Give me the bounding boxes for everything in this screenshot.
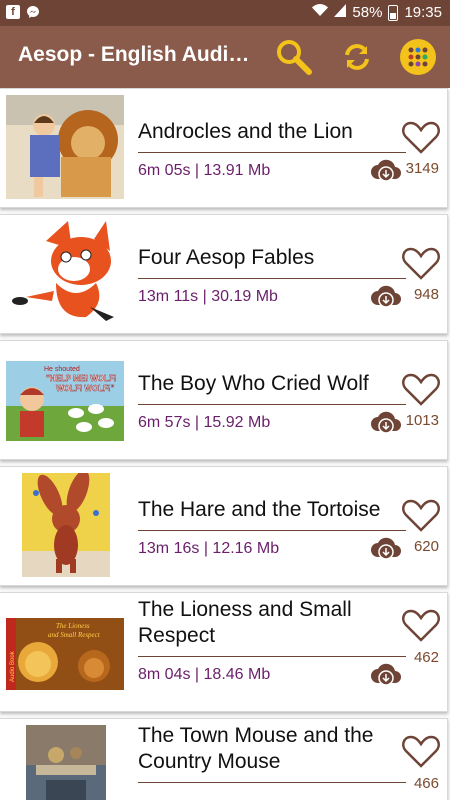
heart-icon <box>402 373 440 406</box>
divider <box>138 656 406 657</box>
favorite-button[interactable] <box>401 245 441 281</box>
clock: 19:35 <box>404 4 442 21</box>
download-button[interactable] <box>370 661 402 687</box>
thumb-text: WOLF! WOLF!" <box>56 384 115 393</box>
story-card-boy-wolf[interactable]: He shouted "HELP ME! WOLF! WOLF! WOLF!" … <box>0 340 448 460</box>
favorite-button[interactable] <box>401 371 441 407</box>
divider <box>138 530 406 531</box>
search-icon <box>277 40 312 75</box>
app-title: Aesop - English Audio… <box>18 43 258 66</box>
thumb-text: Audio Book <box>10 650 16 682</box>
cloud-download-icon <box>371 663 401 686</box>
menu-button[interactable] <box>396 35 440 79</box>
heart-icon <box>402 735 440 768</box>
story-meta: 6m 57s | 15.92 Mb <box>138 414 271 431</box>
story-card-lioness[interactable]: Audio Book The Lioness and Small Respect… <box>0 592 448 712</box>
story-title: Four Aesop Fables <box>138 246 315 269</box>
favorite-button[interactable] <box>401 119 441 155</box>
favorite-count: 1013 <box>405 412 439 429</box>
battery-icon <box>388 4 399 21</box>
favorite-count: 3149 <box>405 160 439 177</box>
app-bar: Aesop - English Audio… <box>0 26 450 88</box>
story-title: The Town Mouse and the Country Mouse <box>138 724 374 773</box>
cloud-download-icon <box>371 285 401 308</box>
heart-icon <box>402 247 440 280</box>
story-meta: 13m 11s | 30.19 Mb <box>138 288 278 305</box>
story-meta: 13m 16s | 12.16 Mb <box>138 540 280 557</box>
thumb-text: and Small Respect <box>48 631 101 639</box>
menu-grid-icon <box>400 39 436 75</box>
favorite-button[interactable] <box>401 607 441 643</box>
heart-icon <box>402 499 440 532</box>
story-title: Androcles and the Lion <box>138 120 353 143</box>
download-button[interactable] <box>370 535 402 561</box>
favorite-button[interactable] <box>401 733 441 769</box>
messenger-icon <box>26 5 40 19</box>
story-card-town-mouse[interactable]: The Town Mouse and the Country Mouse 466 <box>0 718 448 800</box>
story-card-androcles[interactable]: Androcles and the Lion 6m 05s | 13.91 Mb… <box>0 88 448 208</box>
divider <box>138 404 406 405</box>
divider <box>138 782 406 783</box>
story-thumbnail <box>6 95 124 199</box>
heart-icon <box>402 609 440 642</box>
story-title: The Boy Who Cried Wolf <box>138 372 369 395</box>
battery-percent: 58% <box>352 4 383 21</box>
thumb-text: He shouted <box>44 366 80 373</box>
favorite-count: 466 <box>413 775 439 792</box>
favorite-count: 948 <box>413 286 439 303</box>
download-button[interactable] <box>370 157 402 183</box>
signal-icon <box>334 4 347 21</box>
download-button[interactable] <box>370 409 402 435</box>
story-thumbnail <box>22 473 110 577</box>
status-bar: f 58% 19:35 <box>0 0 450 26</box>
thumb-text: "HELP ME! WOLF! <box>46 374 116 383</box>
story-thumbnail <box>26 725 106 800</box>
favorite-count: 620 <box>413 538 439 555</box>
story-thumbnail: Audio Book The Lioness and Small Respect <box>6 618 124 690</box>
cloud-download-icon <box>371 159 401 182</box>
divider <box>138 278 406 279</box>
cloud-download-icon <box>371 411 401 434</box>
refresh-button[interactable] <box>335 35 379 79</box>
download-button[interactable] <box>370 283 402 309</box>
story-card-hare-tortoise[interactable]: The Hare and the Tortoise 13m 16s | 12.1… <box>0 466 448 586</box>
story-card-four-fables[interactable]: Four Aesop Fables 13m 11s | 30.19 Mb 948 <box>0 214 448 334</box>
story-thumbnail <box>6 221 124 325</box>
story-list[interactable]: Androcles and the Lion 6m 05s | 13.91 Mb… <box>0 88 450 800</box>
story-thumbnail: He shouted "HELP ME! WOLF! WOLF! WOLF!" <box>6 361 124 441</box>
favorite-count: 462 <box>413 649 439 666</box>
wifi-icon <box>312 4 329 21</box>
story-meta: 8m 04s | 18.46 Mb <box>138 666 271 683</box>
cloud-download-icon <box>371 537 401 560</box>
divider <box>138 152 406 153</box>
thumb-text: The Lioness <box>56 622 90 630</box>
story-title: The Hare and the Tortoise <box>138 498 381 521</box>
heart-icon <box>402 121 440 154</box>
story-title: The Lioness and Small Respect <box>138 598 352 647</box>
story-meta: 6m 05s | 13.91 Mb <box>138 162 271 179</box>
favorite-button[interactable] <box>401 497 441 533</box>
facebook-icon: f <box>6 5 20 19</box>
search-button[interactable] <box>272 35 316 79</box>
sync-icon <box>345 44 369 70</box>
